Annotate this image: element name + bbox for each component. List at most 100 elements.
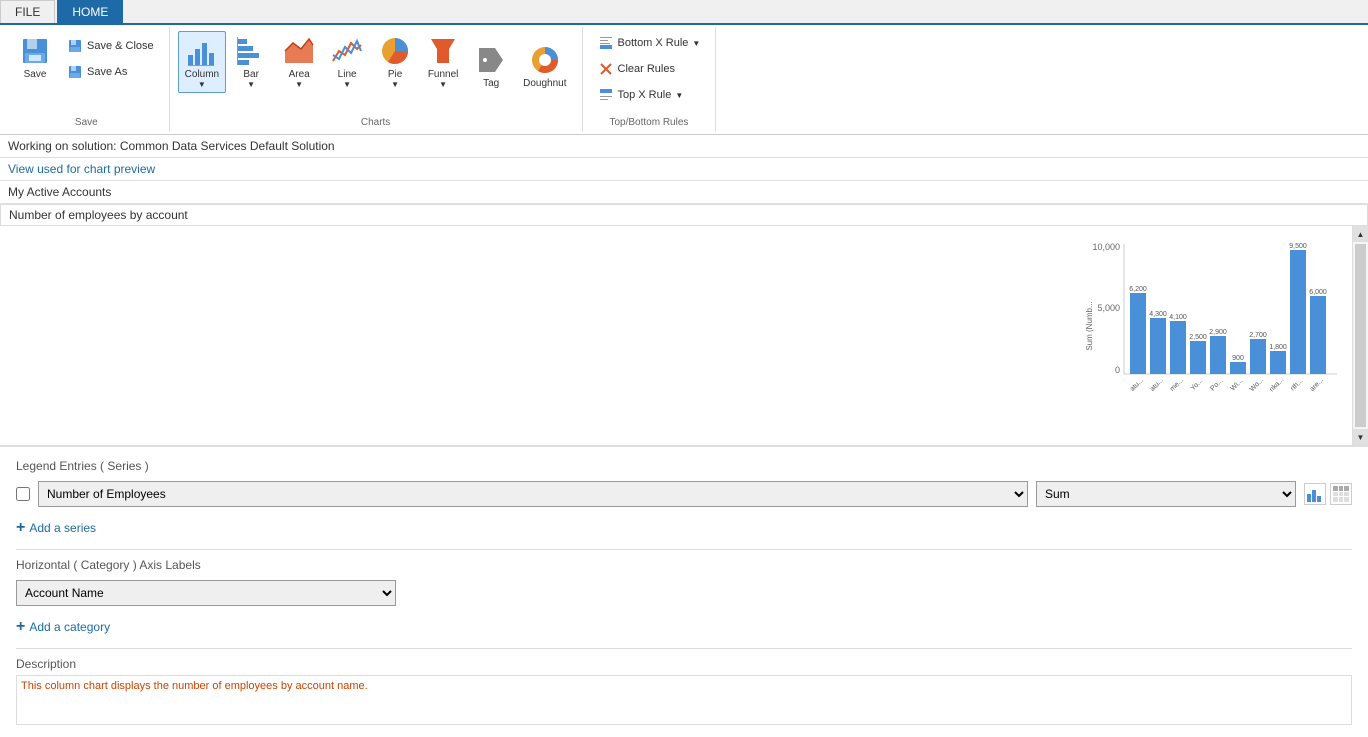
doughnut-icon [529, 44, 561, 76]
pie-icon [379, 35, 411, 67]
tag-label: Tag [483, 78, 499, 89]
series-checkbox[interactable] [16, 487, 30, 501]
save-group-label: Save [12, 113, 161, 128]
svg-text:atu...: atu... [1149, 377, 1165, 393]
chart-scrollbar[interactable]: ▲ ▼ [1352, 226, 1368, 445]
line-dropdown-arrow[interactable]: ▼ [343, 80, 351, 89]
svg-text:nka...: nka... [1268, 376, 1285, 393]
divider-1 [16, 549, 1352, 550]
working-solution-bar: Working on solution: Common Data Service… [0, 135, 1368, 158]
svg-text:2,900: 2,900 [1209, 329, 1227, 336]
funnel-icon [427, 35, 459, 67]
bottom-x-dropdown[interactable]: ▼ [692, 39, 700, 48]
svg-text:5,000: 5,000 [1097, 303, 1120, 313]
chart-title-text: Number of employees by account [9, 208, 188, 222]
doughnut-chart-button[interactable]: Doughnut [516, 40, 573, 93]
bottom-x-rule-button[interactable]: Bottom X Rule ▼ [591, 31, 708, 55]
top-x-rule-label: Top X Rule [618, 89, 672, 101]
config-area: Legend Entries ( Series ) Number of Empl… [0, 446, 1368, 737]
topbottom-group-label: Top/Bottom Rules [591, 113, 708, 128]
view-info-bar: View used for chart preview [0, 158, 1368, 181]
save-as-button[interactable]: Save As [60, 60, 161, 84]
ribbon: Save Save & Close [0, 25, 1368, 135]
tab-home[interactable]: HOME [57, 0, 123, 23]
add-category-label: Add a category [29, 620, 110, 634]
clear-rules-label: Clear Rules [618, 63, 675, 75]
svg-text:6,000: 6,000 [1309, 289, 1327, 296]
bar-chart-button[interactable]: Bar ▼ [228, 31, 274, 93]
bottom-x-rule-icon [598, 35, 614, 51]
add-series-label: Add a series [29, 521, 96, 535]
category-field-select[interactable]: Account Name [16, 580, 396, 606]
save-close-button[interactable]: Save & Close [60, 34, 161, 58]
save-small-group: Save & Close Save As [60, 34, 161, 84]
pie-dropdown-arrow[interactable]: ▼ [391, 80, 399, 89]
svg-text:2,700: 2,700 [1249, 332, 1267, 339]
scroll-thumb[interactable] [1355, 244, 1366, 427]
view-link[interactable]: View used for chart preview [8, 162, 155, 176]
line-chart-button[interactable]: Line ▼ [324, 31, 370, 93]
add-category-button[interactable]: + Add a category [16, 614, 1352, 640]
add-series-button[interactable]: + Add a series [16, 515, 1352, 541]
area-label: Area [289, 69, 310, 80]
funnel-chart-button[interactable]: Funnel ▼ [420, 31, 466, 93]
svg-text:9,500: 9,500 [1289, 243, 1307, 250]
save-buttons-row: Save Save & Close [12, 31, 161, 84]
category-row: Account Name [16, 580, 1352, 606]
chart-title-bar[interactable]: Number of employees by account [0, 204, 1368, 226]
series-field-select[interactable]: Number of Employees [38, 481, 1028, 507]
tag-chart-button[interactable]: Tag [468, 40, 514, 93]
column-label: Column [185, 69, 219, 80]
area-dropdown-arrow[interactable]: ▼ [295, 80, 303, 89]
save-as-label: Save As [87, 66, 127, 78]
line-icon [331, 35, 363, 67]
chart-buttons-row: Column ▼ Bar ▼ [178, 31, 574, 93]
svg-text:me...: me... [1169, 377, 1185, 393]
scroll-down-button[interactable]: ▼ [1353, 429, 1368, 445]
save-as-icon [67, 64, 83, 80]
description-label: Description [16, 657, 1352, 671]
scroll-up-button[interactable]: ▲ [1353, 226, 1368, 242]
svg-text:Wi...: Wi... [1230, 377, 1245, 392]
clear-rules-icon [598, 61, 614, 77]
line-label: Line [338, 69, 357, 80]
svg-text:4,300: 4,300 [1149, 311, 1167, 318]
top-x-rule-button[interactable]: Top X Rule ▼ [591, 83, 708, 107]
tab-file[interactable]: FILE [0, 0, 55, 23]
add-category-plus: + [16, 618, 25, 636]
column-icon [186, 35, 218, 67]
series-agg-select[interactable]: Sum [1036, 481, 1296, 507]
series-table-icon[interactable] [1330, 483, 1352, 505]
divider-2 [16, 648, 1352, 649]
topbottom-small-group: Bottom X Rule ▼ Clear Rules Top X Rule ▼ [591, 31, 708, 107]
view-name-bar: My Active Accounts [0, 181, 1368, 204]
pie-chart-button[interactable]: Pie ▼ [372, 31, 418, 93]
bar-dropdown-arrow[interactable]: ▼ [247, 80, 255, 89]
pie-label: Pie [388, 69, 402, 80]
svg-text:4,100: 4,100 [1169, 314, 1187, 321]
series-icons [1304, 483, 1352, 505]
bar-label: Bar [243, 69, 259, 80]
bar-icon [235, 35, 267, 67]
clear-rules-button[interactable]: Clear Rules [591, 57, 708, 81]
top-x-dropdown[interactable]: ▼ [675, 91, 683, 100]
save-button[interactable]: Save [12, 31, 58, 84]
working-solution-text: Working on solution: Common Data Service… [8, 139, 335, 153]
description-text[interactable]: This column chart displays the number of… [16, 675, 1352, 725]
svg-text:Po...: Po... [1209, 377, 1224, 392]
svg-text:Yo...: Yo... [1190, 378, 1205, 393]
funnel-label: Funnel [428, 69, 459, 80]
area-chart-button[interactable]: Area ▼ [276, 31, 322, 93]
series-bar-chart-icon[interactable] [1304, 483, 1326, 505]
svg-text:Wo...: Wo... [1249, 377, 1265, 393]
svg-text:0: 0 [1115, 365, 1120, 375]
series-row: Number of Employees Sum [16, 481, 1352, 507]
svg-text:6,200: 6,200 [1129, 286, 1147, 293]
bottom-x-rule-label: Bottom X Rule [618, 37, 689, 49]
funnel-dropdown-arrow[interactable]: ▼ [439, 80, 447, 89]
ribbon-topbottom-group: Bottom X Rule ▼ Clear Rules Top X Rule ▼ [583, 27, 717, 132]
column-chart-button[interactable]: Column ▼ [178, 31, 226, 93]
chart-container: 10,000 5,000 0 Sum (Numb... 6,200 atu...… [1082, 236, 1342, 416]
svg-text:atu...: atu... [1129, 377, 1145, 393]
column-dropdown-arrow[interactable]: ▼ [198, 80, 206, 89]
